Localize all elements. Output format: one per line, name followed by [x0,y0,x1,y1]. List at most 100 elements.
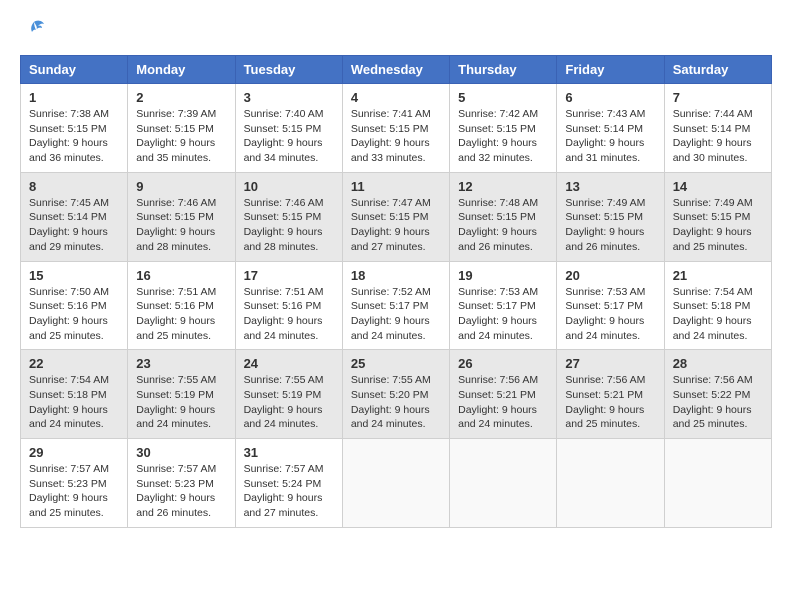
day-number: 29 [29,445,119,460]
day-info: Sunrise: 7:47 AMSunset: 5:15 PMDaylight:… [351,196,441,255]
calendar-body: 1 Sunrise: 7:38 AMSunset: 5:15 PMDayligh… [21,84,772,528]
day-info: Sunrise: 7:46 AMSunset: 5:15 PMDaylight:… [136,196,226,255]
calendar-week-row: 22 Sunrise: 7:54 AMSunset: 5:18 PMDaylig… [21,350,772,439]
calendar-cell: 31 Sunrise: 7:57 AMSunset: 5:24 PMDaylig… [235,439,342,528]
calendar-cell: 11 Sunrise: 7:47 AMSunset: 5:15 PMDaylig… [342,172,449,261]
calendar-header-row: SundayMondayTuesdayWednesdayThursdayFrid… [21,56,772,84]
day-info: Sunrise: 7:49 AMSunset: 5:15 PMDaylight:… [673,196,763,255]
day-info: Sunrise: 7:55 AMSunset: 5:19 PMDaylight:… [136,373,226,432]
calendar-cell: 15 Sunrise: 7:50 AMSunset: 5:16 PMDaylig… [21,261,128,350]
day-number: 17 [244,268,334,283]
day-info: Sunrise: 7:42 AMSunset: 5:15 PMDaylight:… [458,107,548,166]
day-number: 7 [673,90,763,105]
day-number: 30 [136,445,226,460]
day-number: 3 [244,90,334,105]
calendar-header-thursday: Thursday [450,56,557,84]
day-number: 21 [673,268,763,283]
day-number: 6 [565,90,655,105]
calendar-cell: 21 Sunrise: 7:54 AMSunset: 5:18 PMDaylig… [664,261,771,350]
day-number: 13 [565,179,655,194]
day-number: 9 [136,179,226,194]
day-info: Sunrise: 7:38 AMSunset: 5:15 PMDaylight:… [29,107,119,166]
day-info: Sunrise: 7:41 AMSunset: 5:15 PMDaylight:… [351,107,441,166]
calendar-cell [450,439,557,528]
day-info: Sunrise: 7:39 AMSunset: 5:15 PMDaylight:… [136,107,226,166]
calendar-cell: 27 Sunrise: 7:56 AMSunset: 5:21 PMDaylig… [557,350,664,439]
day-number: 22 [29,356,119,371]
day-info: Sunrise: 7:57 AMSunset: 5:24 PMDaylight:… [244,462,334,521]
calendar-cell: 29 Sunrise: 7:57 AMSunset: 5:23 PMDaylig… [21,439,128,528]
day-info: Sunrise: 7:53 AMSunset: 5:17 PMDaylight:… [458,285,548,344]
calendar-cell: 30 Sunrise: 7:57 AMSunset: 5:23 PMDaylig… [128,439,235,528]
day-number: 19 [458,268,548,283]
calendar-cell: 13 Sunrise: 7:49 AMSunset: 5:15 PMDaylig… [557,172,664,261]
calendar-cell: 16 Sunrise: 7:51 AMSunset: 5:16 PMDaylig… [128,261,235,350]
day-info: Sunrise: 7:48 AMSunset: 5:15 PMDaylight:… [458,196,548,255]
day-info: Sunrise: 7:55 AMSunset: 5:20 PMDaylight:… [351,373,441,432]
day-info: Sunrise: 7:46 AMSunset: 5:15 PMDaylight:… [244,196,334,255]
calendar-cell [664,439,771,528]
calendar-cell: 22 Sunrise: 7:54 AMSunset: 5:18 PMDaylig… [21,350,128,439]
calendar-cell: 25 Sunrise: 7:55 AMSunset: 5:20 PMDaylig… [342,350,449,439]
day-number: 20 [565,268,655,283]
day-number: 11 [351,179,441,194]
calendar-header-friday: Friday [557,56,664,84]
calendar-week-row: 8 Sunrise: 7:45 AMSunset: 5:14 PMDayligh… [21,172,772,261]
day-number: 8 [29,179,119,194]
calendar-cell: 20 Sunrise: 7:53 AMSunset: 5:17 PMDaylig… [557,261,664,350]
calendar-cell: 1 Sunrise: 7:38 AMSunset: 5:15 PMDayligh… [21,84,128,173]
day-info: Sunrise: 7:57 AMSunset: 5:23 PMDaylight:… [136,462,226,521]
day-number: 23 [136,356,226,371]
day-number: 10 [244,179,334,194]
calendar-week-row: 1 Sunrise: 7:38 AMSunset: 5:15 PMDayligh… [21,84,772,173]
day-info: Sunrise: 7:43 AMSunset: 5:14 PMDaylight:… [565,107,655,166]
calendar-week-row: 29 Sunrise: 7:57 AMSunset: 5:23 PMDaylig… [21,439,772,528]
calendar-cell: 9 Sunrise: 7:46 AMSunset: 5:15 PMDayligh… [128,172,235,261]
calendar-cell: 4 Sunrise: 7:41 AMSunset: 5:15 PMDayligh… [342,84,449,173]
day-info: Sunrise: 7:56 AMSunset: 5:22 PMDaylight:… [673,373,763,432]
day-info: Sunrise: 7:57 AMSunset: 5:23 PMDaylight:… [29,462,119,521]
day-info: Sunrise: 7:45 AMSunset: 5:14 PMDaylight:… [29,196,119,255]
day-info: Sunrise: 7:49 AMSunset: 5:15 PMDaylight:… [565,196,655,255]
calendar-header-saturday: Saturday [664,56,771,84]
day-info: Sunrise: 7:55 AMSunset: 5:19 PMDaylight:… [244,373,334,432]
calendar-header-wednesday: Wednesday [342,56,449,84]
day-info: Sunrise: 7:53 AMSunset: 5:17 PMDaylight:… [565,285,655,344]
day-number: 4 [351,90,441,105]
calendar-table: SundayMondayTuesdayWednesdayThursdayFrid… [20,55,772,528]
day-number: 15 [29,268,119,283]
day-number: 1 [29,90,119,105]
calendar-cell: 14 Sunrise: 7:49 AMSunset: 5:15 PMDaylig… [664,172,771,261]
calendar-cell: 5 Sunrise: 7:42 AMSunset: 5:15 PMDayligh… [450,84,557,173]
calendar-cell: 7 Sunrise: 7:44 AMSunset: 5:14 PMDayligh… [664,84,771,173]
day-number: 28 [673,356,763,371]
logo-bird-icon [22,20,46,40]
day-number: 14 [673,179,763,194]
day-number: 26 [458,356,548,371]
day-info: Sunrise: 7:54 AMSunset: 5:18 PMDaylight:… [29,373,119,432]
calendar-cell: 19 Sunrise: 7:53 AMSunset: 5:17 PMDaylig… [450,261,557,350]
calendar-header-sunday: Sunday [21,56,128,84]
calendar-header-tuesday: Tuesday [235,56,342,84]
day-info: Sunrise: 7:40 AMSunset: 5:15 PMDaylight:… [244,107,334,166]
day-number: 18 [351,268,441,283]
day-number: 25 [351,356,441,371]
day-info: Sunrise: 7:54 AMSunset: 5:18 PMDaylight:… [673,285,763,344]
calendar-cell: 6 Sunrise: 7:43 AMSunset: 5:14 PMDayligh… [557,84,664,173]
day-number: 12 [458,179,548,194]
calendar-cell: 8 Sunrise: 7:45 AMSunset: 5:14 PMDayligh… [21,172,128,261]
day-number: 31 [244,445,334,460]
page-header [20,20,772,45]
calendar-header-monday: Monday [128,56,235,84]
calendar-cell [557,439,664,528]
calendar-cell: 24 Sunrise: 7:55 AMSunset: 5:19 PMDaylig… [235,350,342,439]
day-number: 27 [565,356,655,371]
logo [20,20,46,45]
day-info: Sunrise: 7:50 AMSunset: 5:16 PMDaylight:… [29,285,119,344]
day-number: 2 [136,90,226,105]
day-info: Sunrise: 7:52 AMSunset: 5:17 PMDaylight:… [351,285,441,344]
calendar-cell: 26 Sunrise: 7:56 AMSunset: 5:21 PMDaylig… [450,350,557,439]
calendar-cell: 3 Sunrise: 7:40 AMSunset: 5:15 PMDayligh… [235,84,342,173]
calendar-cell: 17 Sunrise: 7:51 AMSunset: 5:16 PMDaylig… [235,261,342,350]
day-info: Sunrise: 7:56 AMSunset: 5:21 PMDaylight:… [458,373,548,432]
